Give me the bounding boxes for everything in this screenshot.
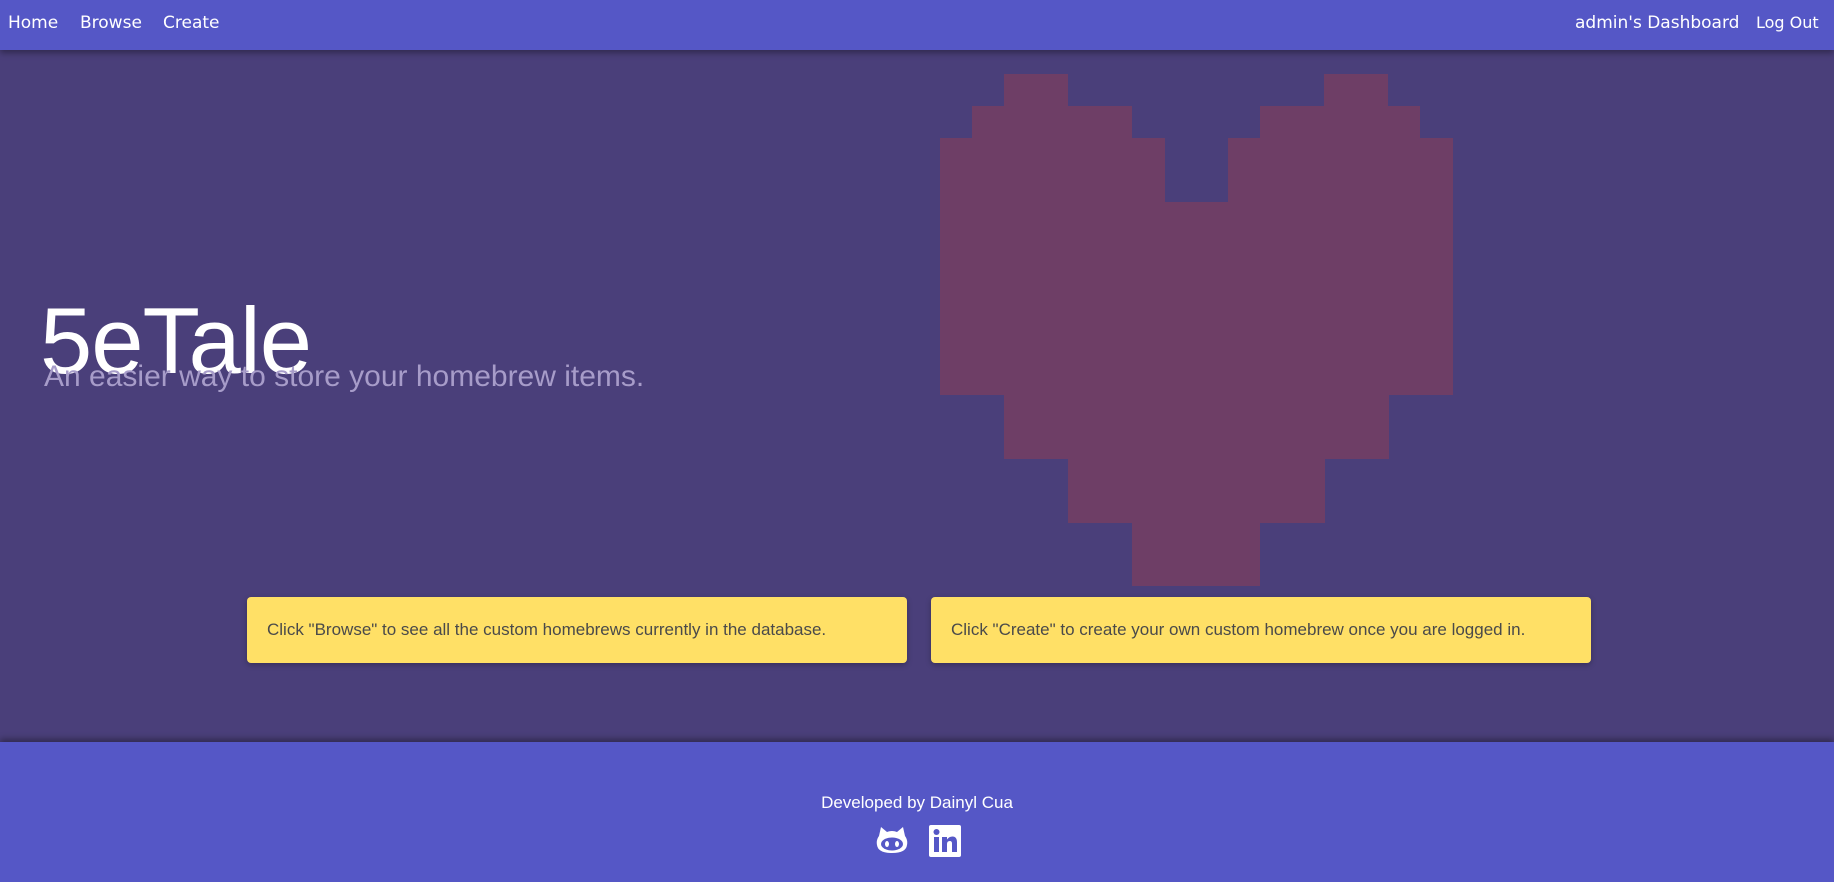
- nav-logout-link[interactable]: Log Out: [1756, 0, 1819, 46]
- github-icon[interactable]: [875, 824, 909, 858]
- browse-hint-card: Click "Browse" to see all the custom hom…: [247, 597, 907, 663]
- nav-browse-link[interactable]: Browse: [80, 0, 142, 46]
- developer-credit: Developed by Dainyl Cua: [821, 793, 1013, 812]
- create-hint-card: Click "Create" to create your own custom…: [931, 597, 1591, 663]
- page-subtitle: An easier way to store your homebrew ite…: [44, 360, 645, 393]
- nav-dashboard-link[interactable]: admin's Dashboard: [1575, 0, 1739, 46]
- nav-create-link[interactable]: Create: [163, 0, 220, 46]
- page-footer: Developed by Dainyl Cua: [0, 742, 1834, 882]
- top-navbar: Home Browse Create admin's Dashboard Log…: [0, 0, 1834, 50]
- nav-home-link[interactable]: Home: [8, 0, 58, 46]
- linkedin-icon[interactable]: [928, 824, 962, 858]
